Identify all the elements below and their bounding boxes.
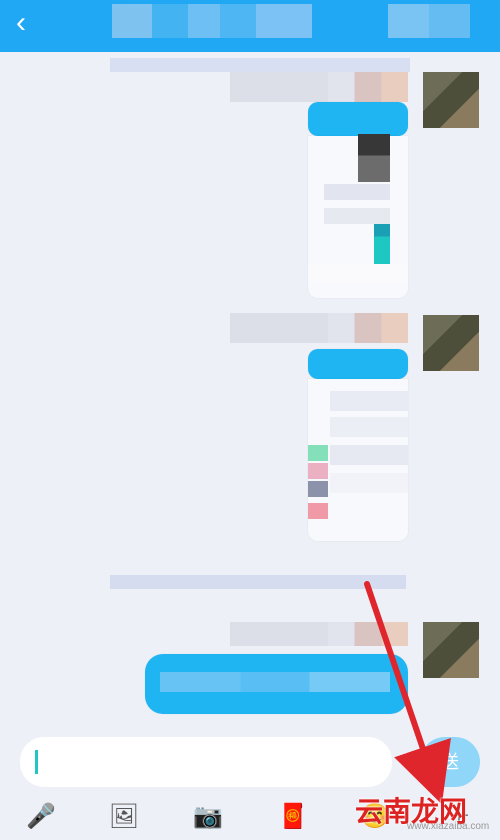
pixel-block-row-1 [324, 184, 390, 200]
message-bubble-top[interactable] [308, 349, 408, 379]
send-button[interactable]: 送 [420, 737, 480, 787]
header-right-pixelation [388, 4, 470, 38]
pixel-block-row-3 [308, 264, 408, 282]
user-avatar[interactable] [423, 315, 479, 371]
pixel-block-row-4 [330, 473, 408, 493]
chat-header: ‹ [0, 0, 500, 52]
title-pixelation [112, 4, 312, 38]
pixel-block-row-2 [324, 208, 390, 224]
name-pixelation [230, 313, 408, 343]
image-thumbnail-2 [374, 218, 390, 264]
red-packet-icon[interactable]: 🧧 [276, 800, 310, 834]
site-watermark: 云南龙网 www.xiazaiba.com [355, 796, 490, 832]
message-input[interactable] [20, 737, 392, 787]
user-avatar[interactable] [423, 622, 479, 678]
timestamp-bar [110, 575, 406, 589]
image-thumbnail-1 [358, 134, 390, 182]
name-pixelation [230, 72, 408, 102]
swatch-red [308, 503, 328, 519]
camera-icon[interactable]: 📷 [191, 800, 225, 834]
message-1 [0, 72, 500, 302]
mic-icon[interactable]: 🎤 [24, 800, 58, 834]
swatch-pink [308, 463, 328, 479]
name-pixelation [230, 622, 408, 646]
text-caret [35, 750, 38, 774]
message-3 [0, 622, 500, 722]
chevron-left-icon[interactable]: ‹ [16, 8, 46, 38]
user-avatar[interactable] [423, 72, 479, 128]
message-bubble-top[interactable] [308, 102, 408, 136]
pixel-block-row-3 [330, 445, 408, 465]
top-stripe [110, 58, 410, 72]
pixel-block-row-1 [330, 391, 408, 411]
swatch-green [308, 445, 328, 461]
text-pixelation [160, 672, 390, 692]
pixel-block-row-2 [330, 417, 408, 437]
image-icon[interactable]: 🖼 [107, 800, 141, 834]
message-2 [0, 313, 500, 558]
swatch-purple [308, 481, 328, 497]
